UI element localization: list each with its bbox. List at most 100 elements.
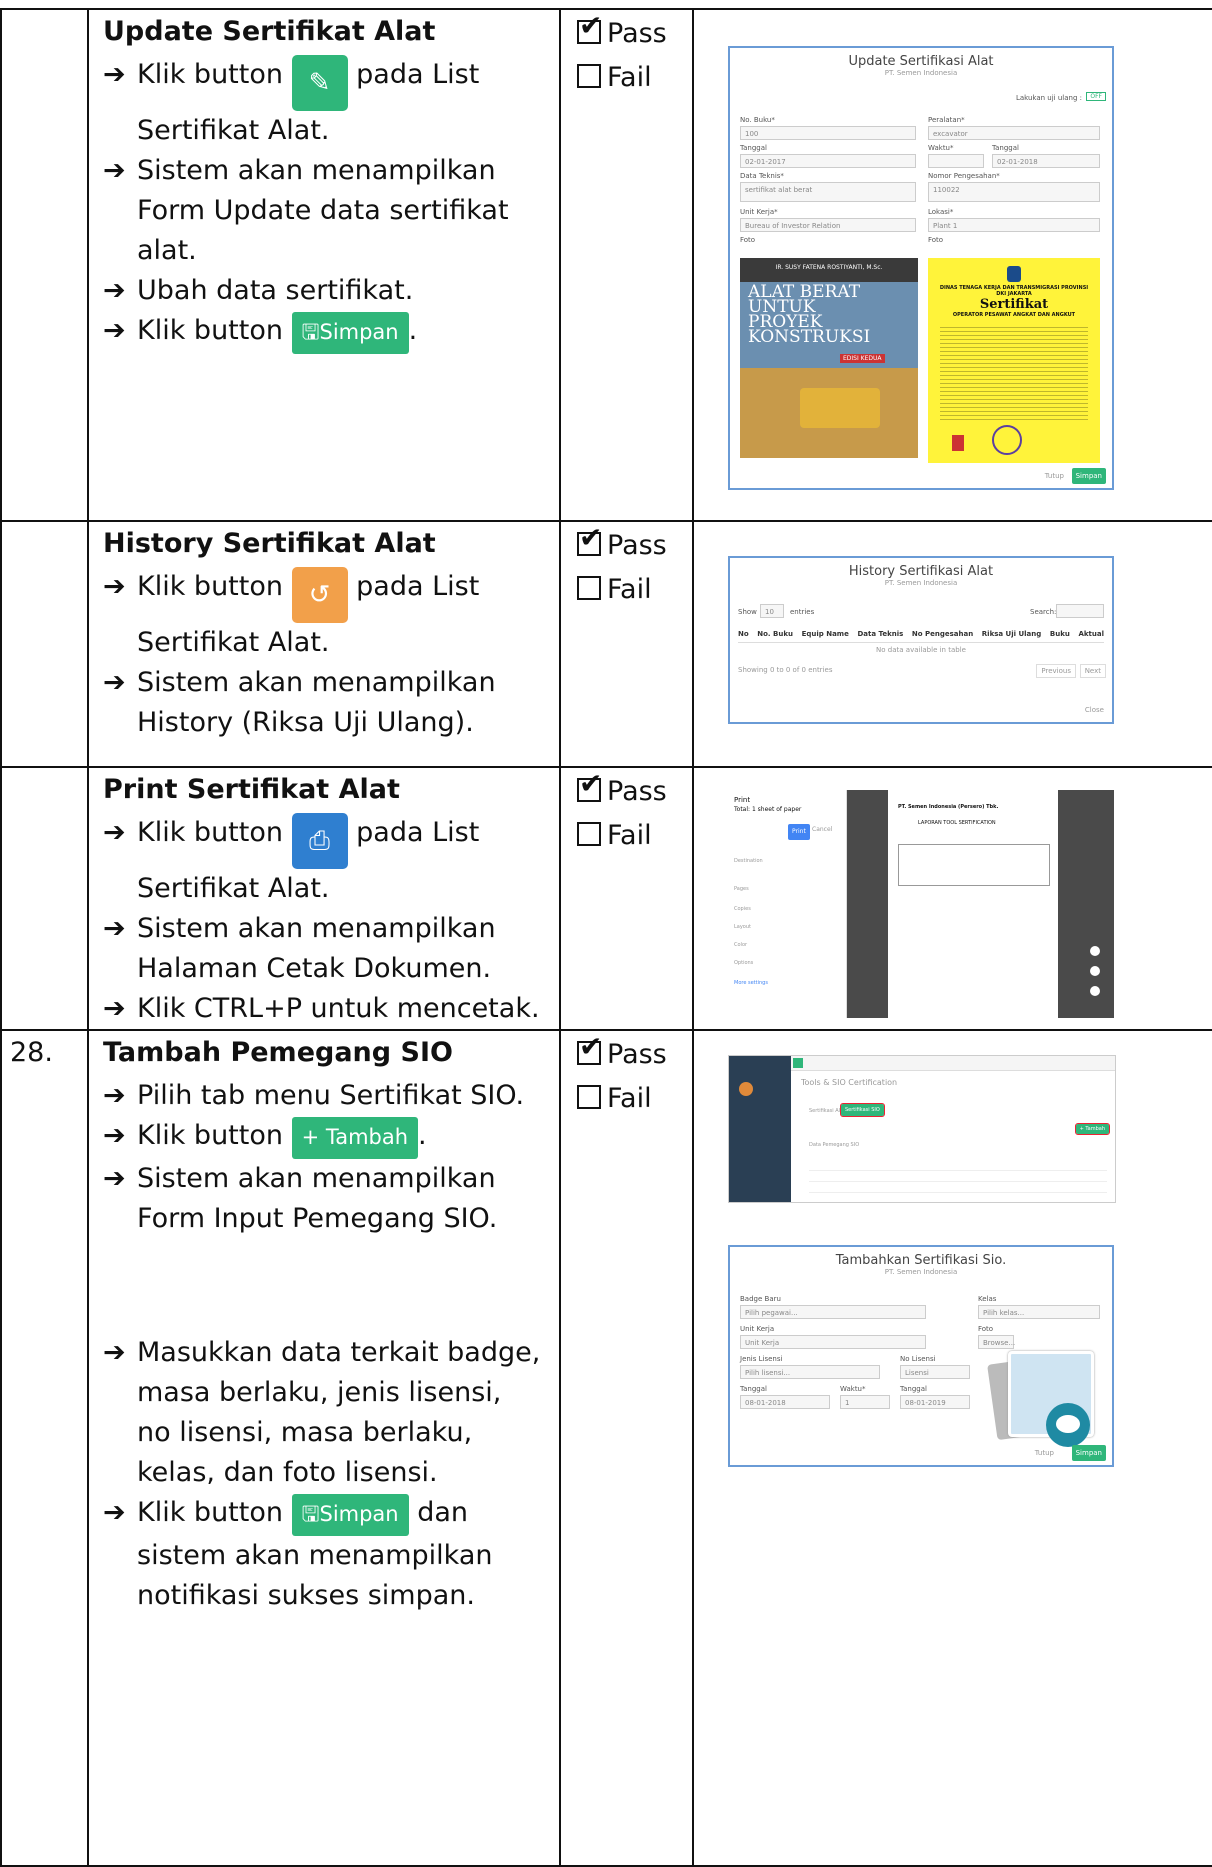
image-preview-icon (987, 1347, 1094, 1453)
arrow-icon: ➔ (103, 1163, 126, 1194)
zoom-out-icon[interactable] (1090, 966, 1100, 976)
screenshot-cell: Update Sertifikasi Alat PT. Semen Indone… (692, 8, 1212, 522)
test-case-table: Update Sertifikat Alat ➔ Klik button ✎ pa… (0, 6, 1212, 1867)
scenario-title: Update Sertifikat Alat (103, 16, 436, 47)
step: ➔ Ubah data sertifikat. (89, 271, 559, 311)
step: ➔ Masukkan data terkait badge, masa berla… (89, 1333, 559, 1493)
checked-box-icon (577, 518, 602, 558)
close-button[interactable]: Close (1085, 706, 1104, 714)
step: ➔ Klik button ↺ pada List Sertifikat Alat… (89, 567, 559, 663)
row-number-cell (0, 8, 89, 522)
arrow-icon: ➔ (103, 1497, 126, 1528)
arrow-icon: ➔ (103, 993, 126, 1024)
step: ➔ Klik button 🖫Simpan dan sistem akan men… (89, 1493, 559, 1616)
previous-button[interactable]: Previous (1036, 664, 1076, 678)
result-cell: Pass Fail (559, 764, 694, 1031)
unchecked-box-icon (577, 64, 601, 88)
arrow-icon: ➔ (103, 817, 126, 848)
scenario-cell: Print Sertifikat Alat ➔ Klik button ⎙ pad… (87, 766, 561, 1031)
column-header: Aktual (1078, 630, 1104, 638)
scenario-cell: Tambah Pemegang SIO ➔ Pilih tab menu Sert… (87, 1029, 561, 1867)
save-button[interactable]: Simpan (1071, 468, 1106, 484)
column-header: Riksa Uji Ulang (981, 630, 1042, 638)
scenario-cell: History Sertifikat Alat ➔ Klik button ↺ p… (87, 520, 561, 768)
close-button[interactable]: Tutup (1035, 1449, 1054, 1457)
save-button[interactable]: Simpan (1071, 1445, 1106, 1461)
stamp-icon (992, 425, 1022, 455)
row-number-cell (0, 766, 89, 1031)
print-button[interactable]: Print (788, 824, 810, 840)
user-avatar (739, 1082, 753, 1096)
table-row: Print Sertifikat Alat ➔ Klik button ⎙ pad… (0, 764, 1212, 1031)
scenario-title: Tambah Pemegang SIO (103, 1037, 453, 1068)
certificate-image: DINAS TENAGA KERJA DAN TRANSMIGRASI PROV… (928, 258, 1100, 463)
column-header: No Pengesahan (911, 630, 974, 638)
arrow-icon: ➔ (103, 59, 126, 90)
column-header: No. Buku (757, 630, 793, 638)
print-preview-screenshot: Print Total: 1 sheet of paper Print Canc… (728, 790, 1114, 1018)
pencil-icon: ✎ (291, 55, 348, 111)
fit-icon[interactable] (1090, 986, 1100, 996)
unchecked-box-icon (577, 576, 601, 600)
zoom-in-icon[interactable] (1090, 946, 1100, 956)
save-icon: 🖫 (301, 320, 320, 344)
step: ➔ Sistem akan menampilkan Form Input Peme… (89, 1159, 559, 1239)
book-cover-image: IR. SUSY FATENA ROSTIYANTI, M.Sc. ALAT B… (740, 258, 918, 458)
step: ➔ Klik button + Tambah. (89, 1116, 559, 1159)
result-cell: Pass Fail (559, 518, 694, 768)
table-row: History Sertifikat Alat ➔ Klik button ↺ p… (0, 518, 1212, 768)
add-button[interactable]: + Tambah (1074, 1123, 1111, 1135)
arrow-icon: ➔ (103, 315, 126, 346)
history-icon: ↺ (291, 567, 348, 623)
row-number-cell: 28. (0, 1029, 89, 1867)
checked-box-icon (577, 6, 602, 46)
cancel-button[interactable]: Cancel (812, 826, 832, 833)
save-icon: 🖫 (301, 1502, 320, 1526)
sio-list-screenshot: Tools & SIO Certification Sertifikasi Al… (728, 1055, 1116, 1203)
step: ➔ Pilih tab menu Sertifikat SIO. (89, 1076, 559, 1116)
arrow-icon: ➔ (103, 1120, 126, 1151)
print-icon: ⎙ (291, 813, 348, 869)
sio-form-screenshot: Tambahkan Sertifikasi Sio. PT. Semen Ind… (728, 1245, 1114, 1467)
arrow-icon: ➔ (103, 1337, 126, 1368)
toggle[interactable]: OFF (1086, 92, 1106, 101)
step: ➔ Klik button ✎ pada List Sertifikat Alat… (89, 55, 559, 151)
scenario-cell: Update Sertifikat Alat ➔ Klik button ✎ pa… (87, 8, 561, 522)
search-input[interactable] (1056, 604, 1104, 618)
add-button-image: + Tambah (291, 1117, 419, 1159)
unchecked-box-icon (577, 1085, 601, 1109)
save-button-image: 🖫Simpan (291, 1494, 409, 1536)
result-cell: Pass Fail (559, 1027, 694, 1867)
column-header: Buku (1049, 630, 1070, 638)
checked-box-icon (577, 764, 602, 804)
arrow-icon: ➔ (103, 155, 126, 186)
arrow-icon: ➔ (103, 913, 126, 944)
excavator-icon (800, 388, 880, 428)
tab-sertifikasi-alat[interactable]: Sertifikasi Alat (809, 1108, 845, 1114)
close-button[interactable]: Tutup (1045, 472, 1064, 480)
unchecked-box-icon (577, 822, 601, 846)
table-row: Update Sertifikat Alat ➔ Klik button ✎ pa… (0, 6, 1212, 522)
step: ➔ Klik CTRL+P untuk mencetak. (89, 989, 559, 1029)
row-number-cell (0, 520, 89, 768)
arrow-icon: ➔ (103, 667, 126, 698)
step: ➔ Sistem akan menampilkan Form Update dat… (89, 151, 559, 271)
arrow-icon: ➔ (103, 275, 126, 306)
arrow-icon: ➔ (103, 571, 126, 602)
table-row: 28. Tambah Pemegang SIO ➔ Pilih tab menu … (0, 1027, 1212, 1867)
screenshot-cell: Print Total: 1 sheet of paper Print Canc… (692, 766, 1212, 1031)
result-cell: Pass Fail (559, 6, 694, 522)
save-button-image: 🖫Simpan (291, 312, 409, 354)
tab-sertifikasi-sio[interactable]: Sertifikasi SIO (840, 1103, 885, 1117)
next-button[interactable]: Next (1079, 664, 1106, 678)
screenshot-cell: History Sertifikasi Alat PT. Semen Indon… (692, 520, 1212, 768)
history-screenshot: History Sertifikasi Alat PT. Semen Indon… (728, 556, 1114, 724)
step: ➔ Klik button 🖫Simpan. (89, 311, 559, 354)
column-header: Equip Name (801, 630, 849, 638)
column-header: No (738, 630, 749, 638)
photo-icon (952, 435, 964, 451)
step: ➔ Sistem akan menampilkan Halaman Cetak D… (89, 909, 559, 989)
step: ➔ Klik button ⎙ pada List Sertifikat Alat… (89, 813, 559, 909)
screenshot-cell: Tools & SIO Certification Sertifikasi Al… (692, 1029, 1212, 1867)
checked-box-icon (577, 1027, 602, 1067)
